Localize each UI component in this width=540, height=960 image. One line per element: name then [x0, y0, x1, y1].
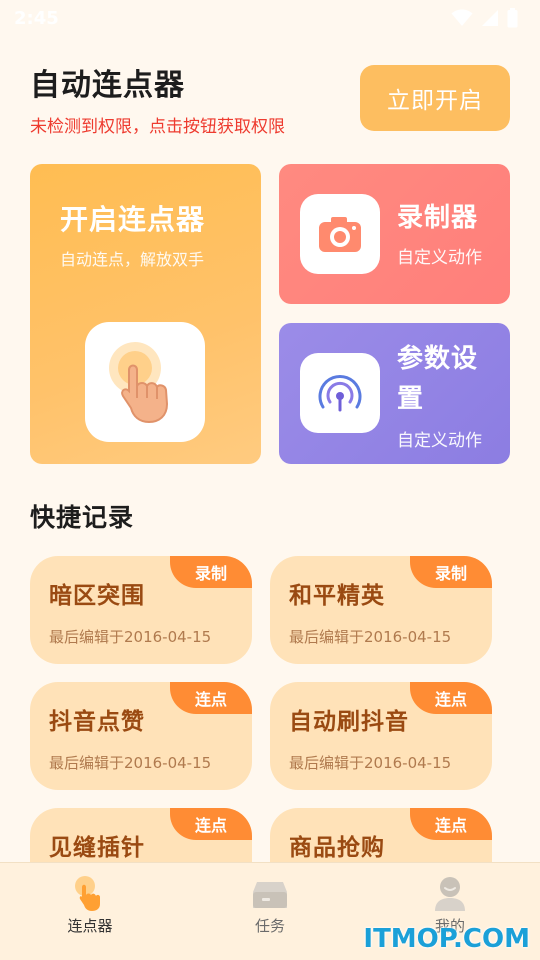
record-card[interactable]: 连点 抖音点赞 最后编辑于2016-04-15 [30, 682, 252, 790]
signal-icon [482, 10, 498, 26]
settings-card[interactable]: 参数设 置 自定义动作 [279, 323, 510, 464]
record-title: 和平精英 [289, 583, 385, 609]
recorder-title: 录制器 [397, 203, 479, 233]
record-type-tag: 录制 [170, 556, 252, 588]
battery-icon [507, 8, 518, 28]
record-date: 最后编辑于2016-04-15 [289, 628, 452, 646]
page-title: 自动连点器 [30, 68, 185, 103]
record-title: 见缝插针 [49, 835, 145, 861]
broadcast-icon-box [300, 353, 380, 433]
tab-tasks[interactable]: 任务 [210, 863, 330, 943]
record-date: 最后编辑于2016-04-15 [289, 754, 452, 772]
open-now-button[interactable]: 立即开启 [360, 65, 510, 131]
record-date: 最后编辑于2016-04-15 [49, 754, 212, 772]
camera-icon-box [300, 194, 380, 274]
settings-title-line1: 参数设 [397, 344, 479, 374]
record-title: 暗区突围 [49, 583, 145, 609]
record-type-tag: 连点 [410, 808, 492, 840]
status-icons [451, 8, 518, 28]
record-type-tag: 连点 [170, 808, 252, 840]
status-bar: 2:45 [0, 0, 540, 36]
permission-warning: 未检测到权限，点击按钮获取权限 [30, 117, 285, 137]
broadcast-icon [318, 375, 362, 412]
record-card[interactable]: 连点 自动刷抖音 最后编辑于2016-04-15 [270, 682, 492, 790]
start-clicker-card[interactable]: 开启连点器 自动连点，解放双手 [30, 164, 261, 464]
record-title: 商品抢购 [289, 835, 385, 861]
record-type-tag: 连点 [410, 682, 492, 714]
record-title: 抖音点赞 [49, 709, 145, 735]
finger-tap-icon [109, 342, 169, 424]
camera-icon [319, 217, 361, 252]
recorder-card[interactable]: 录制器 自定义动作 [279, 164, 510, 304]
start-clicker-subtitle: 自动连点，解放双手 [60, 250, 205, 269]
record-date: 最后编辑于2016-04-15 [49, 628, 212, 646]
status-time: 2:45 [14, 7, 59, 29]
task-box-icon [251, 875, 289, 911]
watermark: ITMOP.COM [363, 924, 530, 954]
recorder-subtitle: 自定义动作 [397, 248, 482, 268]
record-card[interactable]: 录制 暗区突围 最后编辑于2016-04-15 [30, 556, 252, 664]
settings-subtitle: 自定义动作 [397, 431, 482, 451]
wifi-icon [451, 9, 473, 26]
settings-title: 参数设 置 [397, 339, 478, 419]
quick-records-title: 快捷记录 [30, 503, 135, 532]
record-type-tag: 录制 [410, 556, 492, 588]
tab-label: 连点器 [67, 917, 113, 935]
settings-title-line2: 置 [397, 384, 425, 414]
finger-tap-icon [73, 875, 107, 911]
tab-clicker[interactable]: 连点器 [30, 863, 150, 943]
record-type-tag: 连点 [170, 682, 252, 714]
tab-label: 任务 [254, 917, 285, 935]
record-title: 自动刷抖音 [289, 709, 409, 735]
start-clicker-title: 开启连点器 [60, 203, 206, 236]
finger-tap-icon-box [85, 322, 205, 442]
record-card[interactable]: 录制 和平精英 最后编辑于2016-04-15 [270, 556, 492, 664]
profile-icon [433, 875, 467, 911]
